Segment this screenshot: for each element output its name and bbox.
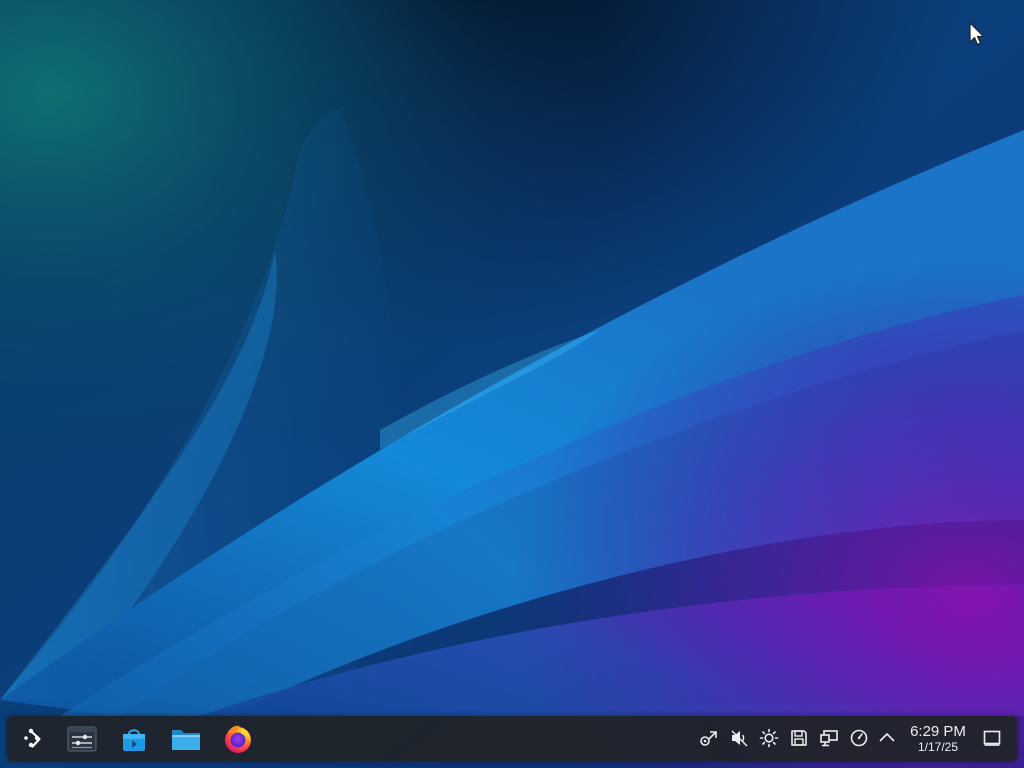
- expand-tray-button[interactable]: [875, 726, 899, 750]
- store-bag-icon: [123, 729, 145, 751]
- digital-clock[interactable]: 6:29 PM 1/17/25: [900, 721, 976, 757]
- dolphin-file-manager-launcher[interactable]: [167, 720, 205, 758]
- brightness-tray-button[interactable]: [757, 726, 781, 750]
- folder-icon: [172, 730, 200, 750]
- power-profile-icon: [850, 729, 868, 747]
- expand-tray-icon: [879, 733, 895, 742]
- desktop[interactable]: 6:29 PM 1/17/25: [0, 0, 1024, 768]
- kde-connect-tray-button[interactable]: [697, 726, 721, 750]
- discover-store-launcher[interactable]: [115, 720, 153, 758]
- brightness-icon: [759, 728, 779, 748]
- show-desktop-button[interactable]: [980, 726, 1004, 750]
- kde-launcher-icon: [24, 728, 41, 748]
- kde-connect-icon: [700, 731, 717, 746]
- clock-date: 1/17/25: [917, 740, 959, 754]
- firefox-launcher[interactable]: [219, 720, 257, 758]
- clock-time: 6:29 PM: [910, 723, 966, 740]
- application-launcher-button[interactable]: [15, 720, 53, 758]
- volume-tray-button[interactable]: [727, 726, 751, 750]
- show-desktop-icon: [983, 730, 1001, 746]
- settings-sliders-icon: [67, 726, 97, 752]
- volume-muted-icon: [731, 730, 748, 747]
- network-icon: [820, 730, 838, 747]
- wallpaper: [0, 0, 1024, 768]
- network-tray-button[interactable]: [817, 726, 841, 750]
- system-settings-launcher[interactable]: [63, 720, 101, 758]
- taskbar: 6:29 PM 1/17/25: [7, 716, 1017, 761]
- power-profile-tray-button[interactable]: [847, 726, 871, 750]
- mouse-cursor-icon: [969, 22, 985, 46]
- disks-icon: [791, 730, 807, 746]
- disks-tray-button[interactable]: [787, 726, 811, 750]
- firefox-icon: [225, 725, 251, 753]
